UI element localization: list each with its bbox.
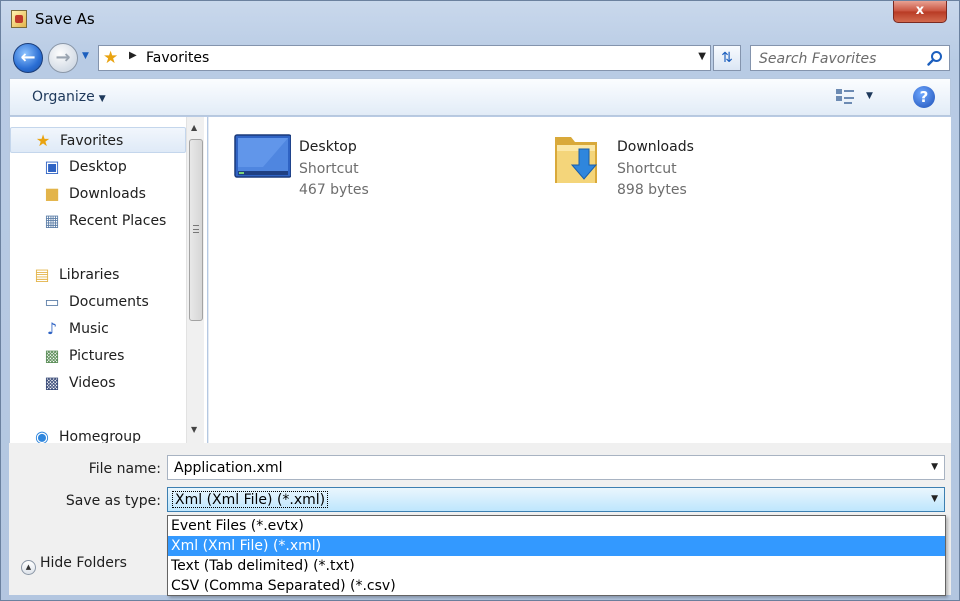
sidebar-item-label: Favorites [60, 133, 124, 149]
save-type-option[interactable]: Event Files (*.evtx) [168, 516, 945, 536]
chevron-down-icon: ▼ [82, 51, 89, 61]
refresh-button[interactable]: ⇅ [713, 45, 741, 71]
file-list-pane: Desktop Shortcut 467 bytes Downloads Sho… [208, 117, 951, 443]
sidebar-item-homegroup[interactable]: ◉ Homegroup [10, 424, 186, 444]
sidebar-item-desktop[interactable]: ▣ Desktop [10, 154, 186, 180]
chevron-down-icon[interactable]: ▼ [931, 494, 938, 504]
scroll-down-icon[interactable]: ▼ [191, 425, 197, 434]
sidebar-item-pictures[interactable]: ▩ Pictures [10, 343, 186, 369]
help-button[interactable]: ? [913, 86, 935, 108]
star-icon: ★ [35, 131, 51, 150]
breadcrumb-arrow-icon[interactable]: ▶ [129, 50, 137, 61]
file-name-field[interactable]: Application.xml ▼ [167, 455, 945, 480]
forward-button[interactable]: → [48, 43, 78, 73]
music-icon: ♪ [46, 319, 58, 338]
sidebar-item-label: Music [69, 321, 109, 337]
sidebar-item-downloads[interactable]: ■ Downloads [10, 181, 186, 207]
scrollbar-thumb[interactable] [189, 139, 203, 321]
close-button[interactable]: x [893, 1, 947, 23]
search-box[interactable]: Search Favorites [750, 45, 950, 71]
sidebar-item-label: Documents [69, 294, 149, 310]
recent-pages-button[interactable]: ▼ [82, 51, 94, 63]
breadcrumb-location[interactable]: Favorites [146, 50, 209, 66]
save-type-select[interactable]: Xml (Xml File) (*.xml) ▼ [167, 487, 945, 512]
navigation-pane: ★ Favorites ▣ Desktop ■ Downloads ▦ Recent Plac… [9, 117, 207, 443]
change-view-icon[interactable] [834, 87, 860, 107]
command-toolbar: Organize ▼ ▼ ? [9, 78, 951, 116]
collapse-up-icon: ▲ [21, 560, 36, 575]
hide-folders-button[interactable]: ▲ Hide Folders [21, 555, 127, 575]
file-size: 467 bytes [299, 182, 369, 198]
title-bar: Save As x [1, 1, 959, 39]
sidebar-item-label: Desktop [69, 159, 127, 175]
file-type: Shortcut [299, 161, 359, 177]
sidebar-item-favorites[interactable]: ★ Favorites [10, 127, 186, 153]
downloads-shortcut-icon [555, 137, 598, 183]
save-type-option[interactable]: Text (Tab delimited) (*.txt) [168, 556, 945, 576]
save-type-options-list: Event Files (*.evtx) Xml (Xml File) (*.xm… [167, 515, 946, 596]
grip-icon [193, 225, 199, 233]
sidebar-item-documents[interactable]: ▭ Documents [10, 289, 186, 315]
sidebar-item-label: Homegroup [59, 429, 142, 443]
nav-scrollbar[interactable]: ▲ ▼ [186, 117, 204, 443]
sidebar-item-label: Recent Places [69, 213, 167, 229]
save-type-label: Save as type: [65, 493, 161, 509]
sidebar-item-libraries[interactable]: ▤ Libraries [10, 262, 186, 288]
sidebar-item-label: Videos [69, 375, 116, 391]
sidebar-item-label: Pictures [69, 348, 125, 364]
documents-icon: ▭ [44, 292, 60, 311]
scroll-up-icon[interactable]: ▲ [191, 123, 197, 132]
refresh-icon: ⇅ [721, 50, 733, 66]
desktop-icon: ▣ [44, 157, 60, 176]
sidebar-item-videos[interactable]: ▩ Videos [10, 370, 186, 396]
save-type-value[interactable]: Xml (Xml File) (*.xml) [172, 491, 329, 508]
view-options-dropdown-icon[interactable]: ▼ [866, 91, 873, 101]
navigation-row: ← → ▼ ★ ▶ Favorites ▼ ⇅ Search Favorites [1, 41, 959, 75]
file-type: Shortcut [617, 161, 677, 177]
file-name-value[interactable]: Application.xml [174, 460, 283, 476]
back-arrow-icon: ← [20, 47, 36, 68]
favorites-star-icon: ★ [103, 48, 119, 68]
file-name-label: File name: [88, 461, 161, 477]
search-input[interactable]: Search Favorites [759, 51, 876, 67]
search-icon[interactable] [927, 50, 943, 66]
homegroup-icon: ◉ [35, 427, 49, 444]
organize-label: Organize [32, 89, 95, 105]
file-name: Downloads [617, 139, 694, 155]
address-dropdown-icon[interactable]: ▼ [698, 51, 706, 62]
save-as-dialog: Save As x ← → ▼ ★ ▶ Favorites ▼ ⇅ Search… [0, 0, 960, 601]
address-bar[interactable]: ★ ▶ Favorites ▼ [98, 45, 711, 71]
window-title: Save As [35, 10, 95, 28]
sidebar-item-recent-places[interactable]: ▦ Recent Places [10, 208, 186, 234]
downloads-folder-icon: ■ [44, 184, 60, 203]
sidebar-item-label: Libraries [59, 267, 120, 283]
app-icon [11, 10, 27, 28]
file-item-desktop[interactable]: Desktop Shortcut 467 bytes [233, 127, 493, 198]
save-type-option[interactable]: Xml (Xml File) (*.xml) [168, 536, 945, 556]
recent-places-icon: ▦ [44, 211, 60, 230]
desktop-shortcut-icon [234, 134, 291, 178]
back-button[interactable]: ← [13, 43, 43, 73]
hide-folders-label: Hide Folders [40, 555, 127, 571]
videos-icon: ▩ [44, 373, 60, 392]
libraries-icon: ▤ [34, 265, 50, 284]
file-name: Desktop [299, 139, 357, 155]
forward-arrow-icon: → [55, 47, 71, 68]
sidebar-item-music[interactable]: ♪ Music [10, 316, 186, 342]
chevron-down-icon: ▼ [98, 94, 106, 104]
organize-button[interactable]: Organize ▼ [32, 89, 106, 105]
sidebar-item-label: Downloads [69, 186, 146, 202]
save-type-option[interactable]: CSV (Comma Separated) (*.csv) [168, 576, 945, 596]
pictures-icon: ▩ [44, 346, 60, 365]
file-size: 898 bytes [617, 182, 687, 198]
file-item-downloads[interactable]: Downloads Shortcut 898 bytes [551, 127, 811, 198]
chevron-down-icon[interactable]: ▼ [931, 462, 938, 472]
